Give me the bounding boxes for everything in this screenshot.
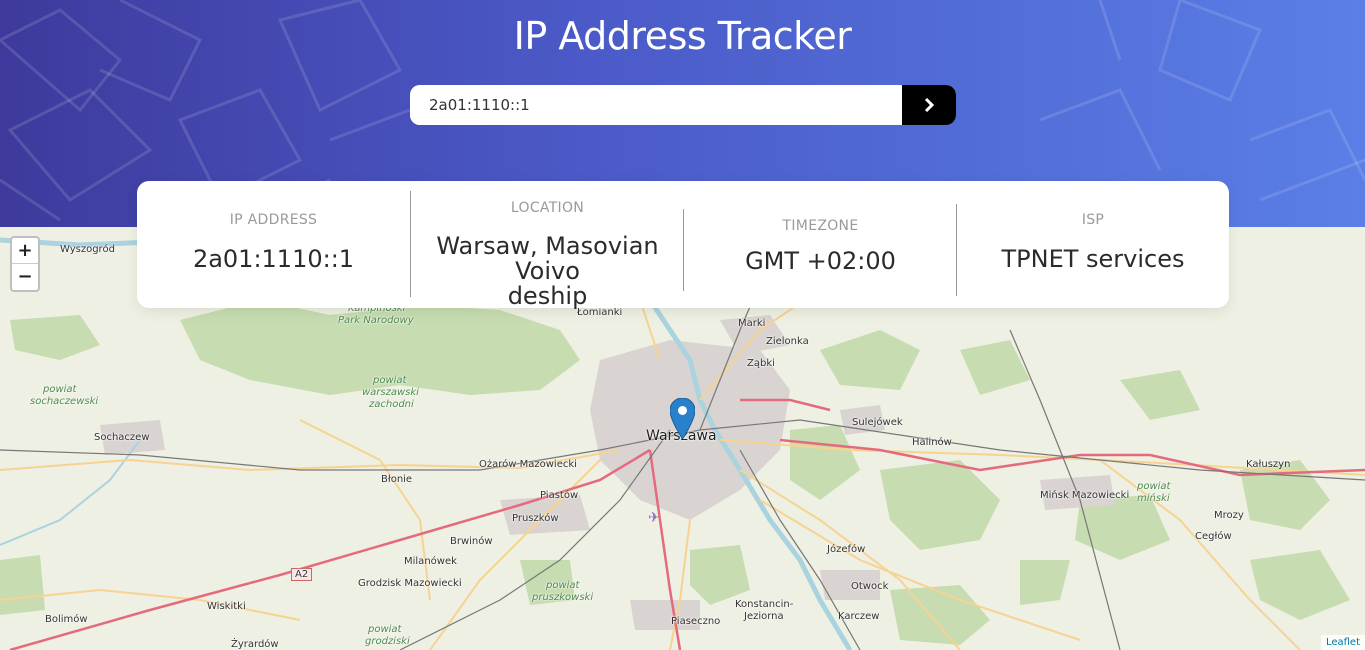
place-karczew: Karczew: [838, 611, 880, 622]
place-piaseczno: Piaseczno: [671, 616, 721, 627]
location-value-line1: Warsaw, Masovian Voivo: [436, 232, 659, 285]
ip-address-value: 2a01:1110::1: [192, 245, 355, 273]
place-minsk: Mińsk Mazowiecki: [1040, 490, 1130, 501]
place-a2: A2: [291, 568, 313, 581]
place-zabki: Ząbki: [747, 358, 775, 369]
place-pow-wz-3: zachodni: [369, 399, 414, 410]
place-zielonka: Zielonka: [766, 336, 809, 347]
ip-info-card: IP Address 2a01:1110::1 Location Warsaw,…: [137, 181, 1229, 309]
place-pow-wz-1: powiat: [373, 375, 407, 386]
place-pow-minski-1: powiat: [1137, 481, 1171, 492]
place-grodzisk: Grodzisk Mazowiecki: [358, 578, 462, 589]
map-marker-icon[interactable]: [670, 398, 695, 439]
zoom-control: + −: [10, 236, 40, 292]
zoom-out-button[interactable]: −: [12, 264, 38, 290]
place-otwock: Otwock: [851, 581, 889, 592]
place-pow-grodz-2: grodziski: [365, 636, 410, 647]
place-jozefow: Józefów: [827, 544, 866, 555]
place-pow-minski-2: miński: [1137, 493, 1170, 504]
place-konstancin-2: Jeziorna: [744, 611, 784, 622]
place-sulejowek: Sulejówek: [852, 417, 903, 428]
search-button[interactable]: [902, 85, 956, 125]
place-bolimow: Bolimów: [45, 614, 88, 625]
place-zyrardow: Żyrardów: [231, 639, 279, 650]
ip-search-input[interactable]: [410, 85, 902, 125]
place-pow-soch-1: powiat: [43, 384, 77, 395]
place-marki: Marki: [738, 318, 766, 329]
place-konstancin-1: Konstancin-: [735, 599, 794, 610]
place-halinow: Halinów: [912, 437, 952, 448]
timezone-label: Timezone: [782, 218, 859, 234]
place-mrozy: Mrozy: [1214, 510, 1244, 521]
place-piastow: Piastów: [540, 490, 579, 501]
location-section: Location Warsaw, Masovian Voivo deship: [411, 200, 684, 309]
svg-text:✈: ✈: [648, 510, 660, 526]
search-bar: [410, 85, 956, 125]
location-label: Location: [510, 200, 585, 216]
page-title: IP Address Tracker: [513, 14, 852, 58]
ip-address-section: IP Address 2a01:1110::1: [137, 212, 410, 272]
place-pruszkow: Pruszków: [512, 513, 559, 524]
place-pow-soch-2: sochaczewski: [30, 396, 99, 407]
place-blonie: Błonie: [381, 474, 413, 485]
place-kaluszyn: Kałuszyn: [1246, 459, 1291, 470]
map-attribution-link[interactable]: Leaflet: [1320, 635, 1365, 650]
place-brwinow: Brwinów: [450, 536, 493, 547]
place-pow-grodz-1: powiat: [368, 624, 402, 635]
isp-section: ISP TPNET services: [957, 212, 1229, 272]
place-pow-wz-2: warszawski: [362, 387, 419, 398]
place-wiskitki: Wiskitki: [207, 601, 246, 612]
place-ozarow: Ożarów Mazowiecki: [479, 459, 577, 470]
place-pow-prusz-1: powiat: [546, 580, 580, 591]
place-wyszogrod: Wyszogród: [60, 244, 115, 255]
place-pow-prusz-2: pruszkowski: [532, 592, 594, 603]
timezone-value: GMT +02:00: [745, 247, 896, 275]
timezone-section: Timezone GMT +02:00: [684, 218, 957, 274]
ip-address-label: IP Address: [229, 212, 318, 228]
zoom-in-button[interactable]: +: [12, 238, 38, 264]
place-milanowek: Milanówek: [404, 556, 457, 567]
isp-label: ISP: [1081, 212, 1105, 228]
place-kampinoski-2: Park Narodowy: [338, 315, 414, 326]
chevron-right-icon: [924, 98, 934, 112]
location-value-line2: deship: [507, 282, 588, 310]
place-sochaczew: Sochaczew: [94, 432, 150, 443]
place-ceglow: Cegłów: [1195, 531, 1232, 542]
isp-value: TPNET services: [1001, 245, 1185, 273]
